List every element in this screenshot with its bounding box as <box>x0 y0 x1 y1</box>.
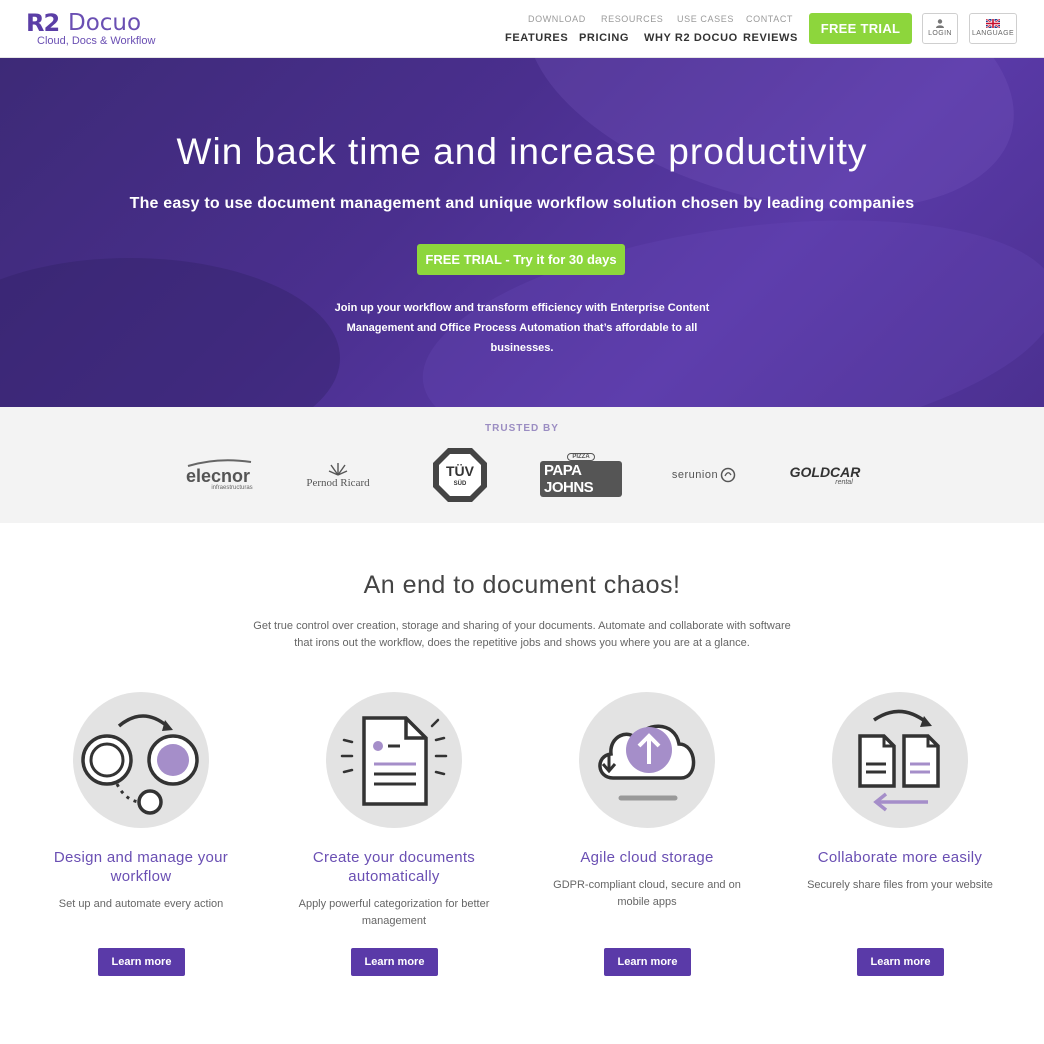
free-trial-button[interactable]: FREE TRIAL <box>809 13 912 44</box>
language-label: LANGUAGE <box>971 30 1015 37</box>
site-logo[interactable]: R2 Docuo Cloud, Docs & Workflow <box>26 9 166 49</box>
hero-title: Win back time and increase productivity <box>176 131 868 172</box>
hero-free-trial-button[interactable]: FREE TRIAL - Try it for 30 days <box>417 244 625 275</box>
nav-resources[interactable]: RESOURCES <box>601 14 663 24</box>
learn-more-collaborate-button[interactable]: Learn more <box>857 948 944 976</box>
nav-download[interactable]: DOWNLOAD <box>528 14 586 24</box>
nav-why-r2-docuo[interactable]: WHY R2 DOCUO <box>644 32 738 44</box>
hero-description: Join up your workflow and transform effi… <box>322 298 722 358</box>
goldcar-logo: GOLDCAR rental <box>789 463 861 486</box>
papa-johns-logo: PIZZA PAPA JOHNS <box>540 445 622 505</box>
section-description: Get true control over creation, storage … <box>242 618 802 652</box>
user-icon <box>936 19 944 28</box>
feature-description: GDPR-compliant cloud, secure and on mobi… <box>553 879 741 908</box>
logo-mark: R2 <box>26 9 60 37</box>
nav-use-cases[interactable]: USE CASES <box>677 14 734 24</box>
workflow-icon <box>73 692 209 828</box>
document-icon <box>326 692 462 828</box>
uk-flag-icon <box>986 19 1000 28</box>
feature-description: Set up and automate every action <box>58 898 224 910</box>
hero-subtitle: The easy to use document management and … <box>129 195 915 212</box>
section-title: An end to document chaos! <box>363 571 681 599</box>
feature-title: Create your documents automatically <box>312 849 476 885</box>
feature-documents: Create your documents automatically Appl… <box>279 692 509 930</box>
share-files-icon <box>832 692 968 828</box>
section-description-line: Get true control over creation, storage … <box>253 620 791 632</box>
feature-description: Apply powerful categorization for better… <box>298 898 490 927</box>
nav-contact[interactable]: CONTACT <box>746 14 793 24</box>
login-label: LOGIN <box>928 30 952 37</box>
site-header: R2 Docuo Cloud, Docs & Workflow DOWNLOAD… <box>0 0 1044 58</box>
login-button[interactable]: LOGIN <box>922 13 958 44</box>
logo-tagline: Cloud, Docs & Workflow <box>37 35 156 47</box>
nav-pricing[interactable]: PRICING <box>579 32 629 44</box>
nav-features[interactable]: FEATURES <box>505 32 568 44</box>
feature-description: Securely share files from your website <box>807 879 993 891</box>
pernod-ricard-logo: Pernod Ricard <box>300 445 376 505</box>
feature-title: Design and manage your workflow <box>53 849 229 885</box>
feature-workflow: Design and manage your workflow Set up a… <box>26 692 256 913</box>
learn-more-workflow-button[interactable]: Learn more <box>98 948 185 976</box>
hero-background-shape <box>0 258 340 407</box>
cloud-upload-icon <box>579 692 715 828</box>
trusted-by-section: TRUSTED BY elecnor infraestructuras Pern… <box>0 407 1044 523</box>
learn-more-cloud-button[interactable]: Learn more <box>604 948 691 976</box>
trusted-by-label: TRUSTED BY <box>485 423 559 434</box>
pernod-ricard-sun-icon <box>328 463 348 476</box>
tuv-sud-logo: TÜV SÜD <box>430 445 490 505</box>
feature-title: Collaborate more easily <box>817 849 983 866</box>
hero-background-shape <box>407 184 1044 407</box>
section-description-line: that irons out the workflow, does the re… <box>294 637 750 649</box>
elecnor-logo: elecnor infraestructuras <box>180 445 256 505</box>
serunion-mark-icon <box>720 467 736 483</box>
feature-collaborate: Collaborate more easily Securely share f… <box>785 692 1015 894</box>
hero-section: Win back time and increase productivity … <box>0 58 1044 407</box>
hero-description-line: Join up your workflow and transform effi… <box>334 302 710 314</box>
nav-reviews[interactable]: REVIEWS <box>743 32 798 44</box>
learn-more-documents-button[interactable]: Learn more <box>351 948 438 976</box>
serunion-logo: serunion <box>664 445 744 505</box>
logo-wordmark: Docuo <box>68 10 142 36</box>
language-button[interactable]: LANGUAGE <box>969 13 1017 44</box>
feature-cloud-storage: Agile cloud storage GDPR-compliant cloud… <box>532 692 762 911</box>
hero-description-line: Management and Office Process Automation… <box>346 322 698 354</box>
feature-title: Agile cloud storage <box>580 849 714 866</box>
